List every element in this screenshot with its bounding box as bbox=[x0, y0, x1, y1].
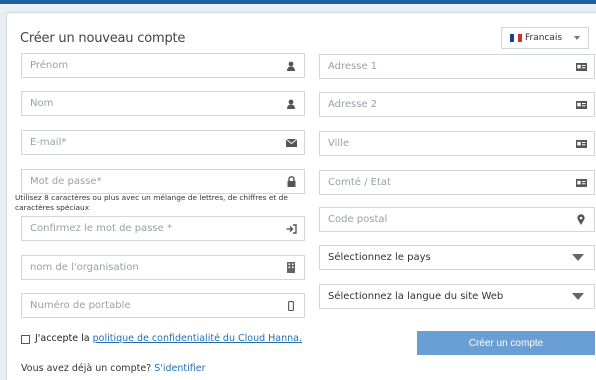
sign-in-icon bbox=[278, 223, 304, 234]
chevron-down-icon bbox=[572, 254, 584, 261]
password-placeholder: Mot de passe* bbox=[30, 176, 102, 187]
top-accent-bar bbox=[0, 0, 596, 4]
city-placeholder: Ville bbox=[328, 138, 350, 149]
have-account-text: Vous avez déjà un compte? bbox=[21, 363, 152, 374]
id-card-icon bbox=[568, 62, 594, 71]
id-card-icon bbox=[568, 178, 594, 187]
france-flag-icon bbox=[510, 34, 522, 42]
mobile-number-placeholder: Numéro de portable bbox=[30, 300, 131, 311]
site-language-select-label: Sélectionnez la langue du site Web bbox=[328, 291, 504, 302]
privacy-policy-link[interactable]: politique de confidentialité du Cloud Ha… bbox=[93, 333, 302, 344]
accept-terms-label: J'accepte la politique de confidentialit… bbox=[35, 333, 302, 344]
address1-field[interactable]: Adresse 1 bbox=[319, 54, 595, 79]
login-prompt: Vous avez déjà un compte? S'identifier bbox=[21, 363, 206, 374]
organization-field[interactable]: nom de l'organisation bbox=[21, 255, 305, 280]
state-placeholder: Comté / État bbox=[328, 177, 391, 188]
id-card-icon bbox=[568, 100, 594, 109]
address2-placeholder: Adresse 2 bbox=[328, 99, 378, 110]
mobile-icon bbox=[278, 300, 304, 311]
accept-terms-checkbox[interactable] bbox=[21, 335, 30, 344]
state-field[interactable]: Comté / État bbox=[319, 170, 595, 195]
map-marker-icon bbox=[568, 214, 594, 225]
chevron-down-icon bbox=[574, 36, 580, 40]
first-name-field[interactable]: Prénom bbox=[21, 53, 305, 78]
page-title: Créer un nouveau compte bbox=[20, 31, 186, 46]
last-name-field[interactable]: Nom bbox=[21, 91, 305, 116]
country-select[interactable]: Sélectionnez le pays bbox=[319, 245, 595, 270]
id-card-icon bbox=[568, 139, 594, 148]
address1-placeholder: Adresse 1 bbox=[328, 61, 378, 72]
first-name-placeholder: Prénom bbox=[30, 60, 69, 71]
password-hint: Utilisez 8 caractères ou plus avec un mé… bbox=[15, 193, 288, 212]
organization-placeholder: nom de l'organisation bbox=[30, 262, 139, 273]
language-label: Francais bbox=[525, 33, 563, 43]
confirm-password-field[interactable]: Confirmez le mot de passe * bbox=[21, 216, 305, 241]
envelope-icon bbox=[278, 138, 304, 147]
postal-code-placeholder: Code postal bbox=[328, 214, 388, 225]
accept-prefix: J'accepte la bbox=[35, 333, 90, 344]
user-icon bbox=[278, 61, 304, 71]
lock-icon bbox=[278, 176, 304, 187]
email-placeholder: E-mail* bbox=[30, 137, 67, 148]
mobile-number-field[interactable]: Numéro de portable bbox=[21, 293, 305, 318]
city-field[interactable]: Ville bbox=[319, 131, 595, 156]
email-field[interactable]: E-mail* bbox=[21, 130, 305, 155]
signup-panel: Créer un nouveau compte Francais Prénom … bbox=[6, 12, 596, 380]
country-select-label: Sélectionnez le pays bbox=[328, 252, 431, 263]
postal-code-field[interactable]: Code postal bbox=[319, 207, 595, 232]
language-dropdown[interactable]: Francais bbox=[501, 27, 589, 49]
address2-field[interactable]: Adresse 2 bbox=[319, 92, 595, 117]
building-icon bbox=[278, 262, 304, 273]
site-language-select[interactable]: Sélectionnez la langue du site Web bbox=[319, 284, 595, 309]
create-account-button[interactable]: Créer un compte bbox=[417, 331, 595, 355]
user-icon bbox=[278, 99, 304, 109]
confirm-password-placeholder: Confirmez le mot de passe * bbox=[30, 223, 172, 234]
password-field[interactable]: Mot de passe* bbox=[21, 169, 305, 194]
last-name-placeholder: Nom bbox=[30, 98, 54, 109]
login-link[interactable]: S'identifier bbox=[154, 363, 205, 374]
chevron-down-icon bbox=[572, 293, 584, 300]
